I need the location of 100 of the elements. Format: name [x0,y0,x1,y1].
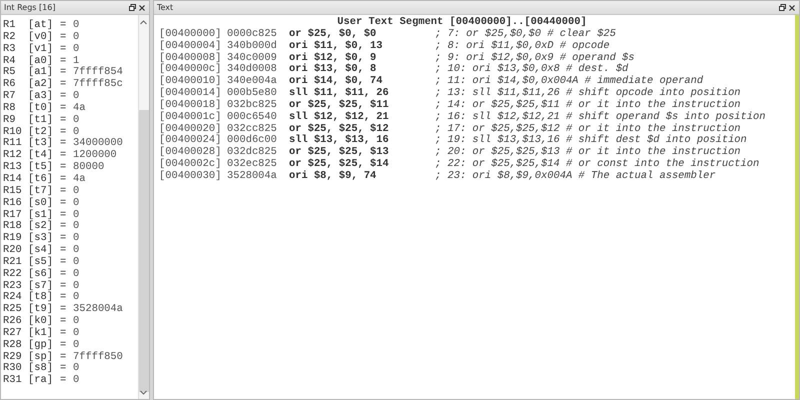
register-number: R13 [3,162,23,174]
register-value: 7ffff85c [73,79,123,91]
scrollbar[interactable] [138,15,149,399]
register-name: [k1] [28,328,54,340]
equals-sign: = [60,56,68,68]
instruction-address: [0040002c] [159,159,222,170]
machine-code: 032cc825 [227,124,278,135]
instruction-address: [00400000] [159,28,222,40]
register-name: [s7] [28,280,54,292]
source-comment: ; 22: or $25,$25,$14 # or const into the instruction [435,159,760,170]
equals-sign: = [60,20,68,32]
register-value: 1200000 [73,150,117,162]
register-value: 0 [73,363,80,375]
equals-sign: = [60,114,68,127]
register-value: 0 [73,375,80,388]
register-name: [a3] [28,91,54,102]
register-name: [s4] [28,245,54,256]
register-value: 1 [73,56,80,67]
register-name: [v0] [28,32,54,44]
equals-sign: = [60,44,68,56]
equals-sign: = [60,150,68,162]
equals-sign: = [60,363,68,376]
equals-sign: = [60,210,68,222]
machine-code: 000c6540 [227,112,278,124]
register-name: [t8] [28,292,54,304]
register-number: R20 [3,245,23,257]
register-name: [s6] [28,268,54,280]
register-name: [s1] [28,210,54,220]
panel-title: Int Regs [16] [4,3,56,12]
machine-code: 340b000d [227,40,278,53]
instruction-address: [0040001c] [159,112,222,124]
register-value: 0 [73,268,80,281]
register-value: 34000000 [73,138,123,150]
instruction-address: [00400020] [159,124,222,135]
register-name: [s2] [28,221,54,232]
equals-sign: = [60,245,68,257]
equals-sign: = [60,280,68,292]
register-number: R10 [3,126,23,138]
register-name: [s0] [28,198,54,210]
assembly-instruction: sll $13, $13, 16 [289,135,390,146]
assembly-instruction: ori $12, $0, 9 [289,52,378,64]
register-name: [sp] [28,352,54,363]
source-comment: ; 23: ori $8,$9,0x004A # The actual assembler [435,170,717,183]
register-name: [k0] [28,316,54,328]
equals-sign: = [60,138,68,150]
equals-sign: = [60,340,68,352]
register-value: 0 [73,114,80,127]
register-value: 80000 [73,162,104,174]
register-value: 0 [73,221,80,233]
scroll-down-icon[interactable] [140,390,147,395]
equals-sign: = [60,79,68,92]
assembly-instruction: or $25, $25, $13 [289,147,390,158]
register-number: R8 [3,102,16,115]
equals-sign: = [60,316,68,328]
register-number: R16 [3,198,23,210]
close-icon[interactable] [139,4,145,10]
assembly-instruction: or $25, $25, $12 [289,124,390,135]
machine-code: 340e004a [227,76,278,88]
equals-sign: = [60,198,68,210]
assembly-instruction: or $25, $25, $14 [289,159,390,170]
equals-sign: = [60,352,68,364]
register-value: 0 [73,233,80,245]
equals-sign: = [60,233,68,246]
register-name: [a0] [28,56,54,67]
register-value: 0 [73,91,80,103]
assembly-instruction: ori $14, $0, 74 [289,76,384,88]
register-name: [t6] [28,174,54,186]
register-value: 0 [73,256,80,269]
assembly-instruction: sll $11, $11, 26 [289,88,390,100]
scroll-up-icon[interactable] [140,20,147,25]
register-name: [ra] [28,375,54,388]
register-number: R29 [3,352,23,363]
machine-code: 340d0008 [227,64,278,76]
restore-icon[interactable] [779,4,786,11]
register-value: 0 [73,44,80,56]
register-number: R7 [3,91,16,103]
equals-sign: = [60,67,68,80]
register-name: [t3] [28,138,54,150]
source-comment: ; 19: sll $13,$13,16 # shift dest $d into position [435,135,748,146]
equals-sign: = [60,32,68,44]
register-number: R3 [3,44,16,56]
machine-code: 340c0009 [227,52,278,64]
source-comment: ; 16: sll $12,$12,21 # shift operand $s into position [435,112,766,124]
register-name: [t1] [28,114,54,126]
register-value: 0 [73,186,80,198]
register-value: 0 [73,210,80,221]
register-value: 4a [73,174,86,186]
register-value: 4a [73,102,86,115]
panel-title: Text [157,3,174,12]
close-icon[interactable] [789,4,795,10]
assembly-instruction: ori $13, $0, 8 [289,64,378,76]
machine-code: 032ec825 [227,159,278,171]
scrollbar-thumb[interactable] [139,110,149,392]
register-number: R12 [3,150,23,162]
register-number: R4 [3,56,16,67]
register-value: 0 [73,32,80,44]
register-value: 0 [73,328,80,340]
machine-code: 000d6c00 [227,135,278,146]
machine-code: 032bc825 [227,100,278,112]
restore-icon[interactable] [129,4,136,11]
